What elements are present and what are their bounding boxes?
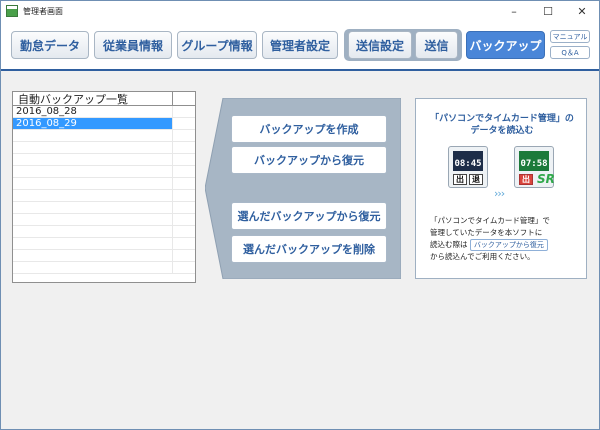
import-info-title: 「パソコンでタイムカード管理」の データを読込む	[430, 114, 574, 136]
tab-backup[interactable]: バックアップ	[466, 31, 545, 59]
new-timecard-device-icon: 07:58 出 SR	[514, 146, 555, 188]
main-toolbar: 勤怠データ 従業員情報 グループ情報 管理者設定 送信設定 送信 バックアップ …	[1, 21, 599, 69]
list-item[interactable]: 2016_08_28	[13, 106, 195, 118]
close-button[interactable]: ✕	[565, 1, 599, 21]
create-backup-button[interactable]: バックアップを作成	[231, 115, 387, 143]
restore-backup-button[interactable]: バックアップから復元	[231, 146, 387, 174]
list-item-empty	[13, 238, 195, 250]
arrow-right-icon: ›››	[494, 187, 505, 200]
tab-employee-info[interactable]: 従業員情報	[94, 31, 172, 59]
new-device-display: 07:58	[519, 151, 549, 171]
sr-badge: SR	[537, 172, 555, 186]
list-item-empty	[13, 178, 195, 190]
minimize-button[interactable]: –	[497, 1, 531, 21]
backup-list-header: 自動バックアップ一覧	[13, 92, 195, 106]
import-info-panel: 「パソコンでタイムカード管理」の データを読込む 08:45 出 退 ››› 0…	[415, 98, 587, 279]
list-item-label: 2016_08_28	[13, 106, 173, 117]
title-bar: 管理者画面 – ☐ ✕	[1, 1, 599, 21]
tab-send-settings[interactable]: 送信設定	[348, 31, 412, 59]
send-button-group: 送信設定 送信	[344, 29, 462, 61]
maximize-button[interactable]: ☐	[531, 1, 565, 21]
list-item-empty	[13, 262, 195, 274]
list-item-empty	[13, 142, 195, 154]
app-icon	[6, 5, 18, 17]
list-item-empty	[13, 130, 195, 142]
list-item-empty	[13, 214, 195, 226]
tab-group-info[interactable]: グループ情報	[177, 31, 257, 59]
list-item[interactable]: 2016_08_29	[13, 118, 195, 130]
tab-send[interactable]: 送信	[415, 31, 458, 59]
window-controls: – ☐ ✕	[497, 1, 599, 21]
tab-attendance-data[interactable]: 勤怠データ	[11, 31, 89, 59]
list-item-empty	[13, 166, 195, 178]
tab-admin-settings[interactable]: 管理者設定	[262, 31, 338, 59]
inline-restore-label: バックアップから復元	[469, 239, 548, 251]
list-item-empty	[13, 202, 195, 214]
restore-selected-button[interactable]: 選んだバックアップから復元	[231, 202, 387, 230]
backup-list[interactable]: 自動バックアップ一覧 2016_08_28 2016_08_29	[12, 91, 196, 283]
backup-list-column-header: 自動バックアップ一覧	[13, 92, 173, 106]
list-item-empty	[13, 190, 195, 202]
old-timecard-device-icon: 08:45 出 退	[448, 146, 488, 188]
delete-selected-button[interactable]: 選んだバックアップを削除	[231, 235, 387, 263]
manual-button[interactable]: マニュアル	[550, 30, 590, 43]
list-item-empty	[13, 154, 195, 166]
old-device-display: 08:45	[453, 151, 483, 171]
qa-button[interactable]: Q＆A	[550, 46, 590, 59]
list-item-label: 2016_08_29	[13, 118, 173, 129]
backup-content: 自動バックアップ一覧 2016_08_28 2016_08_29 バックアップを…	[1, 71, 599, 429]
list-item-empty	[13, 226, 195, 238]
import-info-text: 「パソコンでタイムカード管理」で 管理していたデータを本ソフトに 読込む際は バ…	[430, 216, 550, 261]
window-title: 管理者画面	[23, 6, 63, 16]
admin-window: 管理者画面 – ☐ ✕ 勤怠データ 従業員情報 グループ情報 管理者設定 送信設…	[0, 0, 600, 430]
list-item-empty	[13, 250, 195, 262]
